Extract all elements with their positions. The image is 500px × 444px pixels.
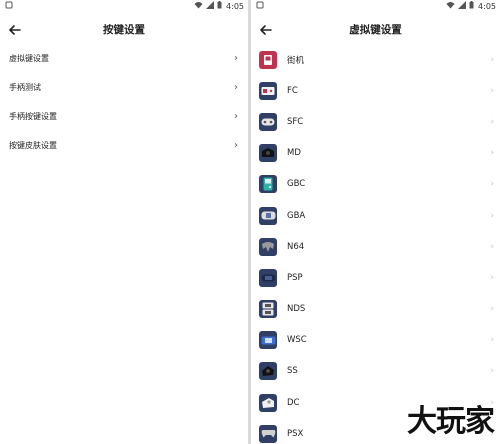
system-label: MD [287, 148, 301, 159]
system-label: GBC [287, 179, 306, 190]
system-row-gba[interactable]: GBA › [251, 200, 500, 231]
sfc-controller-icon [259, 112, 277, 131]
signal-icon [206, 1, 214, 9]
screenshot-composite: 4:05 按键设置 虚拟键设置 › 手柄测试 › 手柄按键设置 › 按键皮肤设置 [0, 0, 500, 444]
status-bar: 4:05 [251, 0, 500, 14]
system-label: N64 [287, 241, 305, 252]
menu-item-label: 手柄按键设置 [9, 112, 57, 121]
system-row-sfc[interactable]: SFC › [251, 106, 500, 137]
notification-icon [256, 1, 264, 12]
chevron-right-icon: › [234, 53, 238, 64]
status-icons [194, 1, 222, 9]
system-label: SS [287, 366, 298, 377]
arcade-icon [259, 50, 277, 69]
app-bar: 虚拟键设置 [251, 14, 500, 44]
md-console-icon [259, 144, 277, 163]
system-label: WSC [287, 335, 307, 346]
status-time: 4:05 [226, 2, 244, 11]
system-row-ss[interactable]: SS › [251, 356, 500, 387]
system-row-fc[interactable]: FC › [251, 75, 500, 106]
notification-icon [5, 1, 13, 12]
chevron-right-icon: › [234, 111, 238, 122]
chevron-right-icon: › [490, 85, 494, 96]
menu-item-gamepad-mapping[interactable]: 手柄按键设置 › [0, 102, 248, 131]
system-row-gbc[interactable]: GBC › [251, 169, 500, 200]
watermark-logo: 大玩家 [407, 404, 495, 439]
system-row-wsc[interactable]: WSC › [251, 325, 500, 356]
back-arrow-icon[interactable] [259, 22, 273, 36]
chevron-right-icon: › [490, 366, 494, 377]
chevron-right-icon: › [490, 179, 494, 190]
menu-item-label: 手柄测试 [9, 83, 41, 92]
key-settings-screen: 4:05 按键设置 虚拟键设置 › 手柄测试 › 手柄按键设置 › 按键皮肤设置 [0, 0, 248, 444]
battery-icon [217, 1, 222, 9]
page-title: 按键设置 [103, 23, 145, 36]
system-label: GBA [287, 210, 306, 221]
signal-icon [458, 1, 466, 9]
psp-handheld-icon [259, 268, 277, 287]
chevron-right-icon: › [490, 272, 494, 283]
n64-controller-icon [259, 237, 277, 256]
status-icons [446, 1, 474, 9]
chevron-right-icon: › [490, 148, 494, 159]
chevron-right-icon: › [490, 304, 494, 315]
system-row-arcade[interactable]: 街机 › [251, 44, 500, 75]
system-label: FC [287, 85, 298, 96]
chevron-right-icon: › [490, 54, 494, 65]
page-title: 虚拟键设置 [349, 23, 402, 36]
chevron-right-icon: › [490, 116, 494, 127]
dc-console-icon [259, 393, 277, 412]
fc-console-icon [259, 81, 277, 100]
menu-item-gamepad-test[interactable]: 手柄测试 › [0, 73, 248, 102]
chevron-right-icon: › [490, 335, 494, 346]
gba-handheld-icon [259, 206, 277, 225]
chevron-right-icon: › [234, 82, 238, 93]
system-row-nds[interactable]: NDS › [251, 294, 500, 325]
system-label: 街机 [287, 55, 305, 66]
back-arrow-icon[interactable] [8, 22, 22, 36]
menu-item-key-skin[interactable]: 按键皮肤设置 › [0, 131, 248, 160]
menu-item-label: 按键皮肤设置 [9, 141, 57, 150]
system-label: PSP [287, 272, 303, 283]
system-row-n64[interactable]: N64 › [251, 231, 500, 262]
status-time: 4:05 [478, 2, 496, 11]
wsc-handheld-icon [259, 331, 277, 350]
system-row-md[interactable]: MD › [251, 138, 500, 169]
menu-item-label: 虚拟键设置 [9, 54, 49, 63]
settings-menu: 虚拟键设置 › 手柄测试 › 手柄按键设置 › 按键皮肤设置 › [0, 44, 248, 160]
chevron-right-icon: › [490, 210, 494, 221]
psx-controller-icon [259, 424, 277, 443]
wifi-icon [194, 2, 203, 9]
chevron-right-icon: › [234, 140, 238, 151]
system-row-psp[interactable]: PSP › [251, 262, 500, 293]
chevron-right-icon: › [490, 241, 494, 252]
gbc-handheld-icon [259, 175, 277, 194]
system-list: 街机 › FC › SFC › MD › GBC › GBA › N64 › P… [251, 44, 500, 444]
wifi-icon [446, 2, 455, 9]
system-label: NDS [287, 304, 306, 315]
app-bar: 按键设置 [0, 14, 248, 44]
system-label: SFC [287, 116, 304, 127]
virtual-key-settings-screen: 4:05 虚拟键设置 街机 › FC › SFC › MD › GBC › GB… [251, 0, 500, 444]
nds-handheld-icon [259, 300, 277, 319]
menu-item-virtual-keys[interactable]: 虚拟键设置 › [0, 44, 248, 73]
battery-icon [469, 1, 474, 9]
status-bar: 4:05 [0, 0, 248, 14]
ss-console-icon [259, 362, 277, 381]
